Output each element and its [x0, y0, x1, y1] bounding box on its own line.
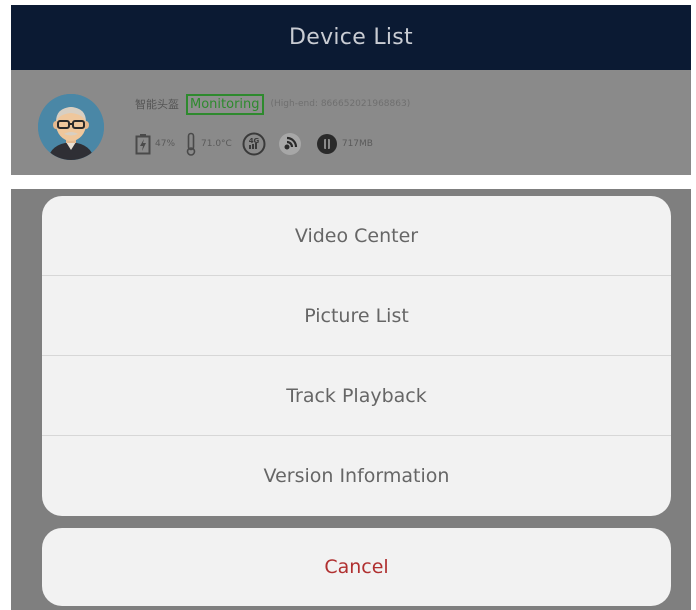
action-sheet: Video Center Picture List Track Playback…: [42, 196, 671, 516]
app-screen: Device List 智能头盔 Monitoring (High-end: 8…: [11, 5, 691, 610]
device-info-line: 智能头盔 Monitoring (High-end: 8666520219688…: [135, 93, 410, 115]
cancel-button[interactable]: Cancel: [42, 528, 671, 606]
thermometer-icon: [185, 132, 197, 156]
picture-list-option[interactable]: Picture List: [42, 276, 671, 356]
device-id: (High-end: 866652021968863): [270, 99, 411, 109]
modal-overlay: Video Center Picture List Track Playback…: [11, 189, 691, 610]
track-playback-option[interactable]: Track Playback: [42, 356, 671, 436]
page-title: Device List: [289, 25, 413, 50]
avatar: [38, 94, 104, 160]
4g-signal-icon: 4G: [242, 132, 266, 156]
battery-charging-icon: [135, 133, 151, 155]
temperature-value: 71.0°C: [201, 139, 232, 149]
status-badge: Monitoring: [186, 93, 264, 115]
header-bar: Device List: [11, 5, 691, 70]
divider: [11, 175, 691, 189]
memory-value: 717MB: [341, 139, 373, 149]
video-center-option[interactable]: Video Center: [42, 196, 671, 276]
version-information-option[interactable]: Version Information: [42, 436, 671, 516]
device-name: 智能头盔: [135, 98, 179, 111]
device-metrics: 47% 71.0°C 4G 717MB: [135, 131, 383, 157]
battery-level: 47%: [155, 139, 176, 149]
device-list-item[interactable]: 智能头盔 Monitoring (High-end: 8666520219688…: [11, 70, 691, 175]
memory-icon: [316, 133, 338, 155]
signal-icon: [278, 132, 302, 156]
svg-text:4G: 4G: [249, 137, 260, 145]
